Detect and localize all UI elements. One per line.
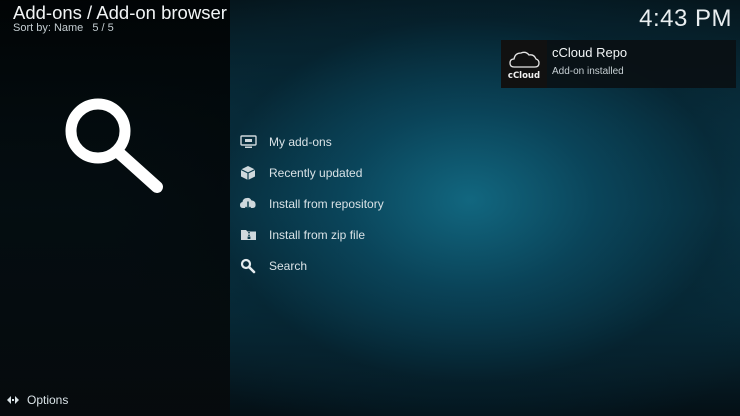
addon-menu: My add-ons Recently updated Install from… [238,126,498,281]
menu-label: Search [269,258,308,273]
menu-item-my-addons[interactable]: My add-ons [238,126,498,157]
clock: 4:43 PM [639,5,732,32]
kodi-screen: Add-ons / Add-on browser Sort by: Name 5… [0,0,740,416]
notification-message: Add-on installed [552,66,624,77]
search-icon [65,98,163,193]
sort-info: Sort by: Name 5 / 5 [13,22,120,34]
options-label: Options [27,393,69,407]
left-panel [0,0,230,416]
addon-thumbnail: cCloud [501,40,547,88]
monitor-icon [238,134,258,150]
search-icon [238,258,258,274]
item-count: 5 / 5 [92,22,114,34]
zip-folder-icon [238,227,258,243]
menu-item-recently-updated[interactable]: Recently updated [238,157,498,188]
menu-label: Recently updated [269,165,363,180]
menu-label: Install from zip file [269,227,366,242]
thumb-text: cCloud [508,71,540,81]
menu-label: Install from repository [269,196,384,211]
notification-toast: cCloud cCloud Repo Add-on installed [501,40,736,88]
menu-item-install-from-zip[interactable]: Install from zip file [238,219,498,250]
options-arrows-icon [7,396,19,404]
cloud-logo-icon: cCloud [508,51,540,81]
menu-item-install-from-repository[interactable]: Install from repository [238,188,498,219]
cloud-download-icon [238,196,258,212]
options-button[interactable]: Options [6,393,68,407]
notification-title: cCloud Repo [552,45,628,60]
page-title: Add-ons / Add-on browser [13,2,227,23]
menu-item-search[interactable]: Search [238,250,498,281]
box-icon [238,165,258,181]
menu-label: My add-ons [269,134,332,149]
sort-label: Sort by: Name [13,22,84,34]
